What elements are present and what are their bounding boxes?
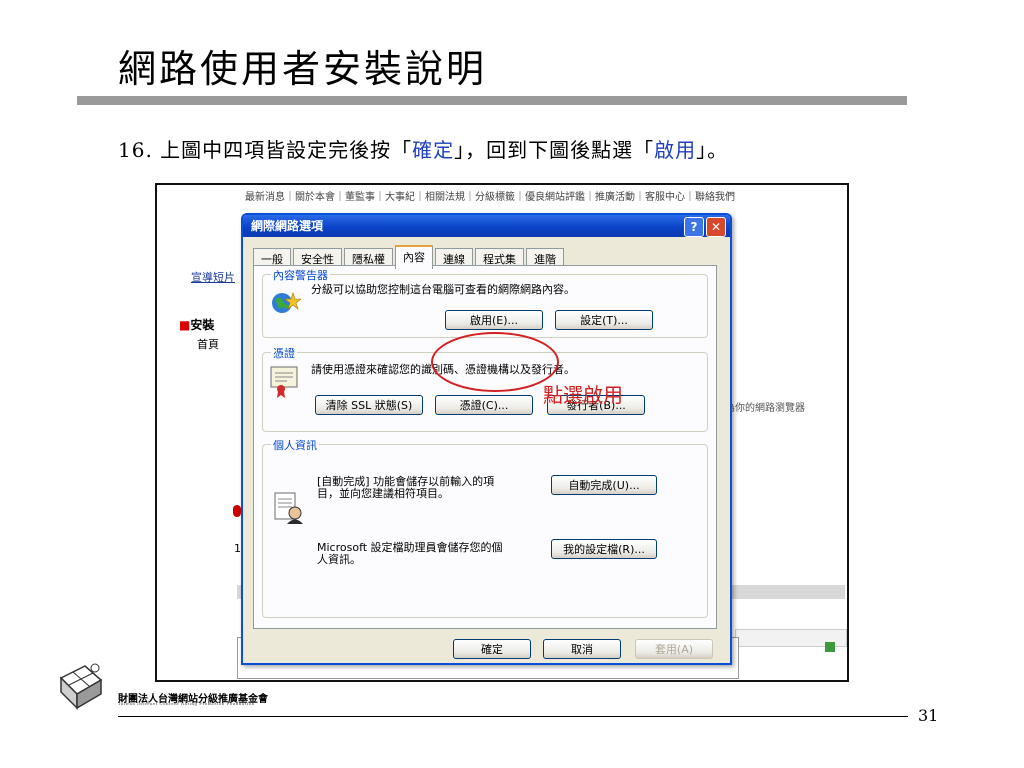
dialog-title: 網際網路選項 — [251, 219, 324, 233]
slide-title: 網路使用者安裝說明 — [118, 47, 488, 91]
autocomplete-button[interactable]: 自動完成(U)... — [551, 475, 657, 495]
dialog-titlebar[interactable]: 網際網路選項 ? ✕ — [243, 215, 730, 237]
install-label: 安裝 — [190, 318, 215, 332]
content-tab-panel: 內容警告器 分級可以協助您控制這台電腦可查看的網際網路內容。 啟用(E)... … — [253, 265, 717, 629]
step-mid: 」，回到下圖後點選「 — [454, 138, 655, 162]
organization-name-english: Taiwan Internet Content Rating Promotion… — [118, 701, 255, 706]
my-profile-button[interactable]: 我的設定檔(R)... — [551, 539, 657, 559]
step-enable-word: 啟用 — [654, 138, 697, 162]
cancel-button[interactable]: 取消 — [543, 639, 621, 659]
autocomplete-description-2: 目，並向您建議相符項目。 — [317, 487, 449, 500]
step-instruction: 16. 上圖中四項皆設定完後按「確定」，回到下圖後點選「啟用」。 — [118, 134, 728, 163]
internet-options-dialog: 網際網路選項 ? ✕ 一般 安全性 隱私權 內容 連線 程式集 進階 內容警告器 — [241, 213, 732, 665]
close-button[interactable]: ✕ — [706, 217, 726, 237]
bullet-icon: ■ — [179, 318, 191, 332]
enable-button[interactable]: 啟用(E)... — [445, 310, 543, 330]
background-right-text: 為你的網路瀏覽器 — [725, 403, 805, 414]
personal-info-icon — [273, 491, 305, 525]
help-button[interactable]: ? — [684, 217, 704, 237]
profile-description-2: 人資訊。 — [317, 553, 361, 566]
screenshot-frame: 最新消息｜關於本會｜董監事｜大事紀｜相關法規｜分級標籤｜優良網站評鑑｜推廣活動｜… — [155, 183, 849, 682]
content-advisor-icon — [271, 289, 302, 315]
personal-info-group: 個人資訊 [自動完成] 功能會儲存以前輸入的項 目，並向您建議相符項目。 自動完… — [262, 437, 708, 618]
ok-button[interactable]: 確定 — [453, 639, 531, 659]
step-prefix: 16. 上圖中四項皆設定完後按「 — [118, 138, 413, 162]
content-advisor-description: 分級可以協助您控制這台電腦可查看的網際網路內容。 — [311, 283, 575, 296]
certificate-icon — [269, 365, 301, 399]
step-ok-word: 確定 — [412, 138, 455, 162]
foundation-logo — [55, 660, 105, 712]
personal-info-legend: 個人資訊 — [271, 437, 319, 453]
background-home-label[interactable]: 首頁 — [197, 336, 219, 352]
background-link-promo[interactable]: 宣導短片 — [191, 269, 235, 285]
tab-content[interactable]: 內容 — [395, 245, 433, 269]
annotation-label: 點選啟用 — [543, 383, 623, 407]
background-install-heading: ■安裝 — [179, 316, 214, 333]
certificates-legend: 憑證 — [271, 345, 297, 361]
red-highlight-circle — [431, 332, 559, 392]
background-top-nav[interactable]: 最新消息｜關於本會｜董監事｜大事紀｜相關法規｜分級標籤｜優良網站評鑑｜推廣活動｜… — [245, 188, 735, 203]
background-number: 1 — [234, 542, 241, 555]
settings-button[interactable]: 設定(T)... — [555, 310, 653, 330]
footer-rule — [118, 716, 908, 717]
content-advisor-group: 內容警告器 分級可以協助您控制這台電腦可查看的網際網路內容。 啟用(E)... … — [262, 267, 708, 338]
certificates-button[interactable]: 憑證(C)... — [435, 395, 533, 415]
step-suffix: 」。 — [696, 138, 729, 162]
clear-ssl-button[interactable]: 清除 SSL 狀態(S) — [315, 395, 423, 415]
go-icon[interactable] — [825, 642, 835, 652]
apply-button[interactable]: 套用(A) — [635, 639, 713, 659]
tab-strip: 一般 安全性 隱私權 內容 連線 程式集 進階 — [253, 245, 566, 269]
page-number: 31 — [918, 706, 939, 725]
background-red-dot — [233, 505, 241, 517]
title-underline — [77, 96, 907, 105]
